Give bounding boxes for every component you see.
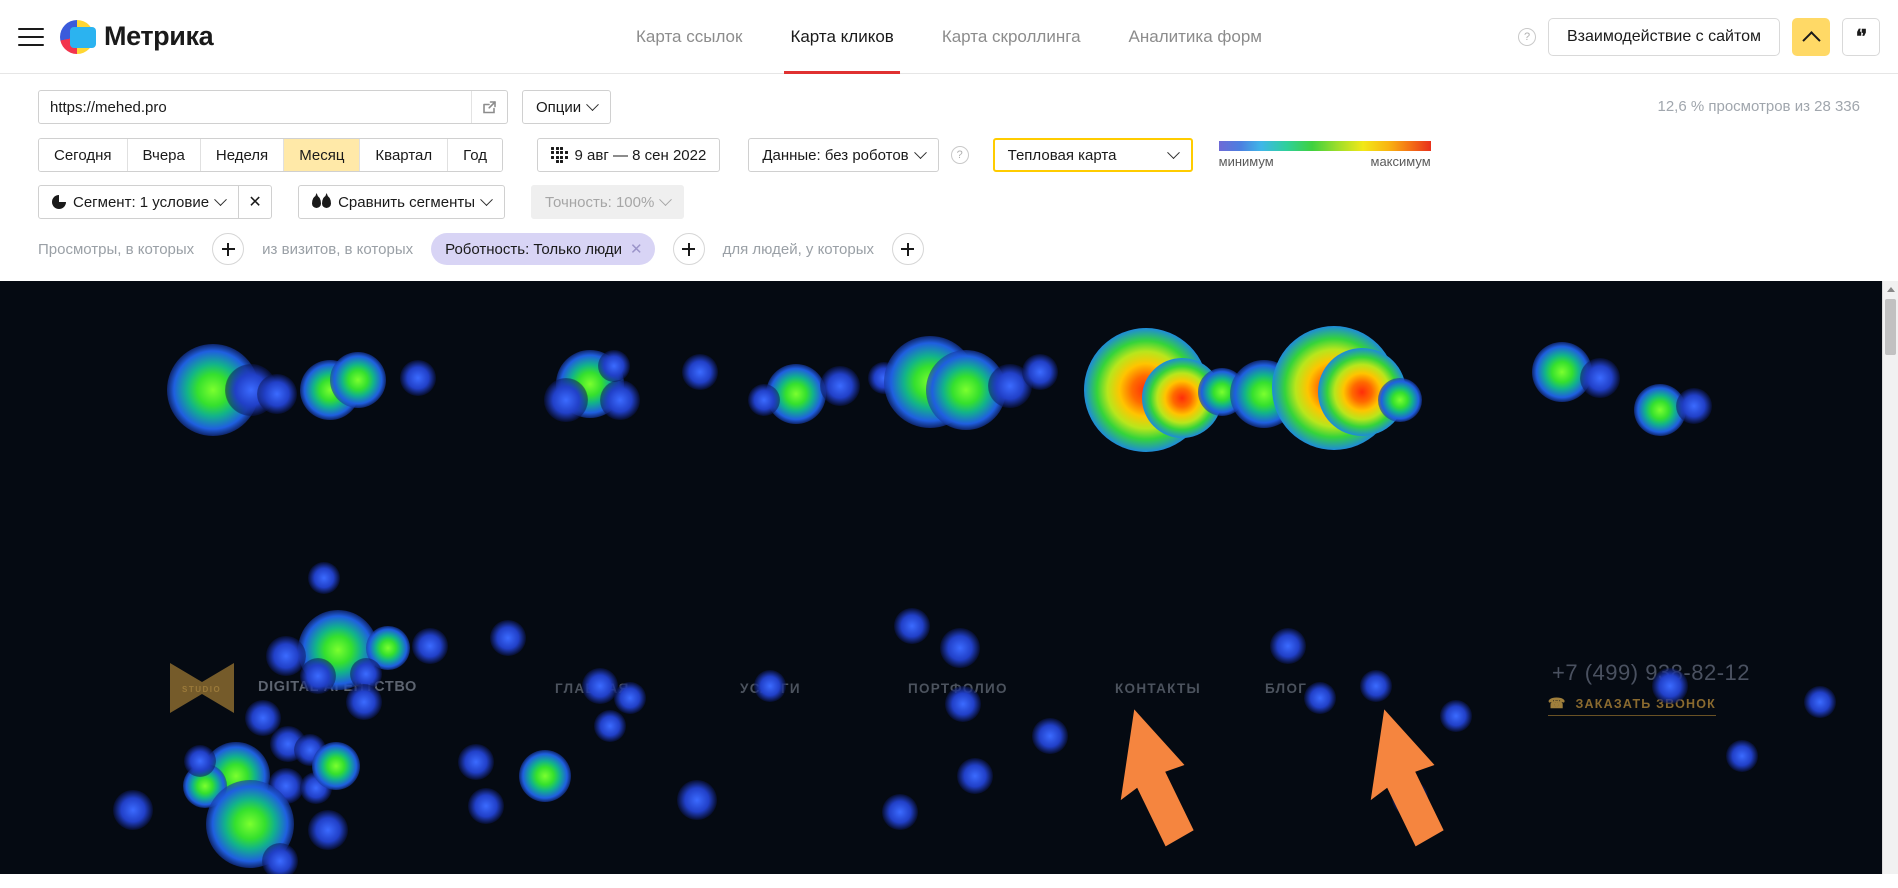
hamburger-menu-icon[interactable] xyxy=(18,27,44,46)
period-today[interactable]: Сегодня xyxy=(39,139,128,171)
views-summary: 12,6 % просмотров из 28 336 xyxy=(1657,98,1861,115)
page-scrollbar[interactable] xyxy=(1882,281,1898,874)
data-filter-dropdown[interactable]: Данные: без роботов xyxy=(748,138,939,172)
period-row: Сегодня Вчера Неделя Месяц Квартал Год 9… xyxy=(0,138,1898,172)
heatmap-viewport[interactable]: STUDIO DIGITAL АГЕНТСТВО ГЛАВНАЯ УСЛУГИ … xyxy=(0,281,1898,874)
options-label: Опции xyxy=(536,98,582,116)
pie-chart-icon xyxy=(52,194,67,209)
segment-control: Сегмент: 1 условие ✕ xyxy=(38,185,273,219)
tab-click-map[interactable]: Карта кликов xyxy=(766,0,917,74)
site-tagline: DIGITAL АГЕНТСТВО xyxy=(258,679,417,695)
scrollbar-thumb[interactable] xyxy=(1885,299,1896,355)
chevron-down-icon xyxy=(480,192,493,206)
site-nav-contacts[interactable]: КОНТАКТЫ xyxy=(1115,681,1201,696)
period-yesterday[interactable]: Вчера xyxy=(127,139,201,171)
site-nav-blog[interactable]: БЛОГ xyxy=(1265,681,1307,696)
map-mode-label: Тепловая карта xyxy=(1007,146,1117,164)
brand-name: Метрика xyxy=(104,21,214,51)
chevron-down-icon xyxy=(659,192,673,206)
period-month[interactable]: Месяц xyxy=(284,139,361,171)
people-filter-label: для людей, у которых xyxy=(722,240,874,258)
period-selector: Сегодня Вчера Неделя Месяц Квартал Год xyxy=(38,138,504,172)
compare-segments-label: Сравнить сегменты xyxy=(338,193,475,211)
add-people-condition-button[interactable] xyxy=(891,233,924,265)
tab-scroll-map[interactable]: Карта скроллинга xyxy=(918,0,1105,74)
segment-clear-button[interactable]: ✕ xyxy=(238,185,273,219)
segment-label: Сегмент: 1 условие xyxy=(73,193,210,211)
data-filter-help-icon[interactable]: ? xyxy=(950,146,969,164)
date-range-picker[interactable]: 9 авг — 8 сен 2022 xyxy=(537,138,721,172)
help-icon[interactable]: ? xyxy=(1518,28,1536,46)
control-panel: Опции 12,6 % просмотров из 28 336 Сегодн… xyxy=(0,74,1898,265)
collapse-panel-button[interactable] xyxy=(1792,18,1830,56)
quote-icon: ❛❜ xyxy=(1855,26,1867,48)
site-phone-number[interactable]: +7 (499) 938-82-12 xyxy=(1552,660,1750,686)
droplets-icon xyxy=(312,196,332,208)
compare-segments-dropdown[interactable]: Сравнить сегменты xyxy=(298,185,505,219)
visits-filter-label: из визитов, в которых xyxy=(262,240,414,258)
add-views-condition-button[interactable] xyxy=(212,233,245,265)
data-filter-label: Данные: без роботов xyxy=(762,146,909,164)
close-icon[interactable]: ✕ xyxy=(630,240,643,258)
external-link-icon[interactable] xyxy=(471,91,507,123)
map-type-tabs: Карта ссылок Карта кликов Карта скроллин… xyxy=(612,0,1286,74)
calendar-icon xyxy=(551,146,568,164)
segment-row: Сегмент: 1 условие ✕ Сравнить сегменты Т… xyxy=(0,185,1898,219)
phone-icon: ☎ xyxy=(1547,695,1567,711)
chevron-down-icon xyxy=(214,192,227,206)
legend-min-label: минимум xyxy=(1218,154,1274,169)
top-bar-actions: ? Взаимодействие с сайтом ❛❜ xyxy=(1518,0,1880,74)
chevron-up-icon xyxy=(1801,30,1821,50)
options-dropdown[interactable]: Опции xyxy=(522,90,612,124)
site-interaction-button[interactable]: Взаимодействие с сайтом xyxy=(1548,18,1780,56)
chevron-down-icon xyxy=(1166,145,1180,159)
tab-link-map[interactable]: Карта ссылок xyxy=(612,0,766,74)
filters-row: Просмотры, в которых из визитов, в котор… xyxy=(0,233,1898,265)
site-callback-link[interactable]: ☎ ЗАКАЗАТЬ ЗВОНОК xyxy=(1547,695,1716,716)
tab-form-analytics[interactable]: Аналитика форм xyxy=(1105,0,1286,74)
scroll-up-button[interactable] xyxy=(1883,281,1898,297)
site-nav-portfolio[interactable]: ПОРТФОЛИО xyxy=(908,681,1008,696)
period-week[interactable]: Неделя xyxy=(200,139,285,171)
site-logo-text: STUDIO xyxy=(182,685,222,694)
chevron-down-icon xyxy=(586,97,600,111)
triangle-up-icon xyxy=(1886,286,1895,292)
site-callback-label: ЗАКАЗАТЬ ЗВОНОК xyxy=(1575,696,1716,711)
legend-max-label: максимум xyxy=(1370,154,1431,169)
metrika-logo[interactable]: Метрика xyxy=(60,19,214,54)
site-nav-services[interactable]: УСЛУГИ xyxy=(740,681,801,696)
top-navigation-bar: Метрика Карта ссылок Карта кликов Карта … xyxy=(0,0,1898,74)
url-row: Опции 12,6 % просмотров из 28 336 xyxy=(0,90,1898,124)
filter-chip-label: Роботность: Только люди xyxy=(445,240,623,258)
date-range-label: 9 авг — 8 сен 2022 xyxy=(574,146,707,164)
precision-label: Точность: 100% xyxy=(545,193,655,211)
url-field-wrap xyxy=(38,90,508,124)
url-input[interactable] xyxy=(39,91,471,123)
map-mode-dropdown[interactable]: Тепловая карта xyxy=(992,138,1193,172)
views-filter-label: Просмотры, в которых xyxy=(38,240,195,258)
period-year[interactable]: Год xyxy=(448,139,503,171)
period-quarter[interactable]: Квартал xyxy=(360,139,449,171)
add-visits-condition-button[interactable] xyxy=(672,233,705,265)
filter-chip-robots[interactable]: Роботность: Только люди ✕ xyxy=(431,233,655,265)
feedback-button[interactable]: ❛❜ xyxy=(1842,18,1880,56)
annotation-arrow-right xyxy=(1332,709,1452,849)
heat-legend: минимум максимум xyxy=(1218,141,1431,169)
chevron-down-icon xyxy=(913,145,927,159)
site-nav-home[interactable]: ГЛАВНАЯ xyxy=(555,681,630,696)
precision-dropdown[interactable]: Точность: 100% xyxy=(531,185,685,219)
website-preview: STUDIO DIGITAL АГЕНТСТВО ГЛАВНАЯ УСЛУГИ … xyxy=(0,281,1898,874)
annotation-arrow-left xyxy=(1082,709,1202,849)
metrika-logo-icon xyxy=(60,19,96,54)
segment-dropdown[interactable]: Сегмент: 1 условие xyxy=(38,185,240,219)
heat-legend-gradient xyxy=(1218,141,1431,151)
